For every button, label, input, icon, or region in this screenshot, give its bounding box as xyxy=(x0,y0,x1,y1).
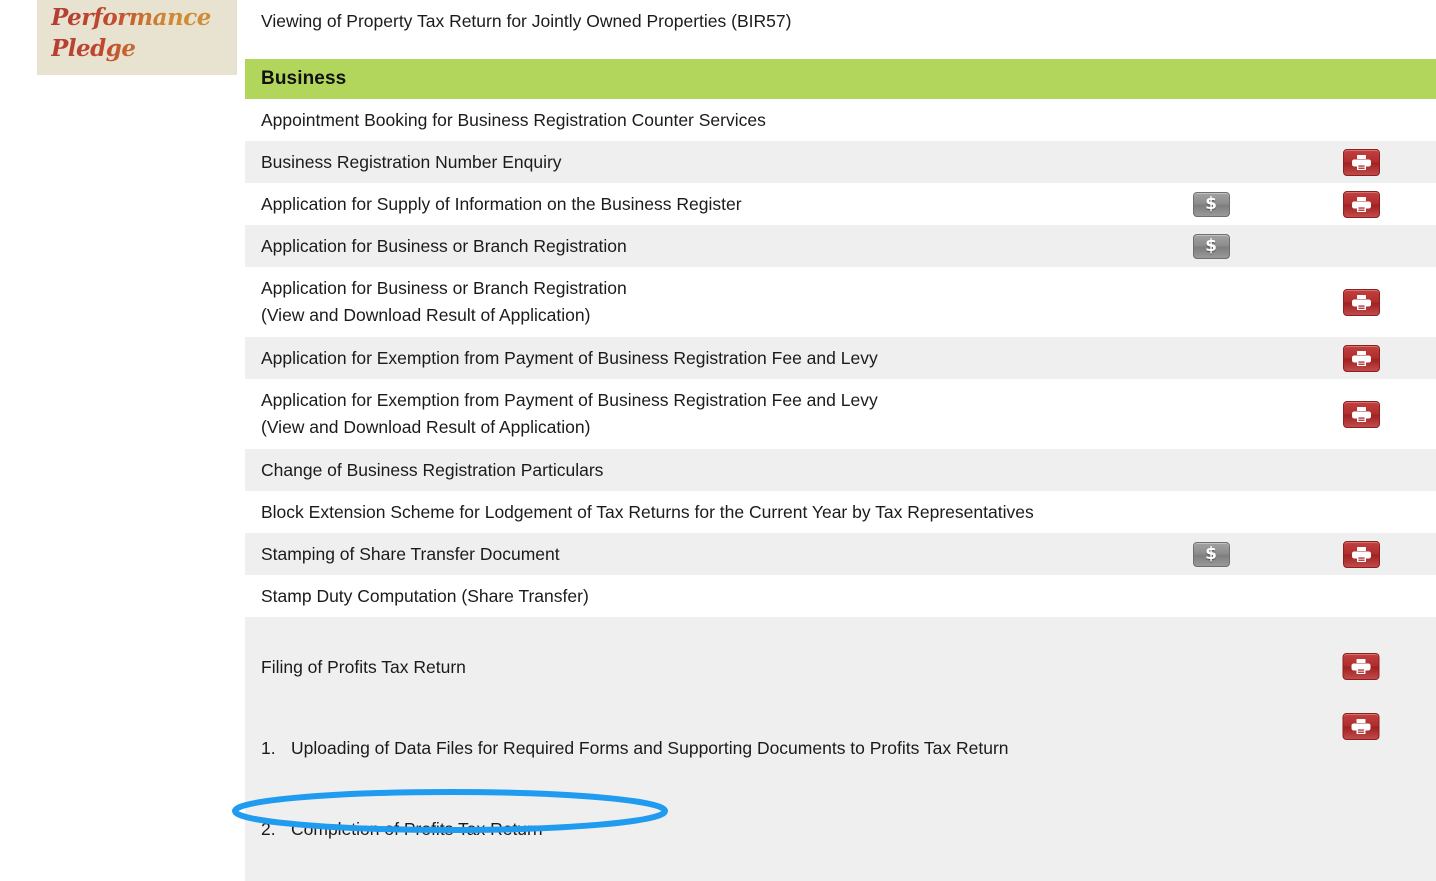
payment-icon-cell xyxy=(1136,575,1286,617)
table-row[interactable]: Block Extension Scheme for Lodgement of … xyxy=(245,491,1436,533)
print-icon-cell xyxy=(1286,617,1436,881)
list-item-number: 1. xyxy=(261,738,276,758)
payment-icon-cell xyxy=(1136,141,1286,183)
service-name: Application for Exemption from Payment o… xyxy=(261,390,878,437)
payment-icon-cell xyxy=(1136,267,1286,337)
payment-icon-cell: $ xyxy=(1136,183,1286,225)
service-name: Change of Business Registration Particul… xyxy=(261,459,604,480)
service-name: Viewing of Property Tax Return for Joint… xyxy=(261,10,792,31)
printer-icon[interactable] xyxy=(1342,400,1380,428)
print-icon-cell xyxy=(1286,267,1436,337)
table-row[interactable]: Application for Business or Branch Regis… xyxy=(245,267,1436,337)
service-name: Application for Business or Branch Regis… xyxy=(261,278,627,325)
payment-icon-cell xyxy=(1136,337,1286,379)
payment-icon-cell xyxy=(1136,449,1286,491)
printer-icon[interactable] xyxy=(1342,344,1380,372)
payment-icon-cell xyxy=(1136,0,1286,42)
dollar-icon[interactable]: $ xyxy=(1192,233,1230,259)
service-name: Filing of Profits Tax Return 1. Uploading… xyxy=(245,617,1136,881)
payment-icon-cell xyxy=(1136,99,1286,141)
printer-icon[interactable] xyxy=(1342,148,1380,176)
performance-pledge-label: Performance Pledge xyxy=(51,4,211,62)
service-name: Application for Supply of Information on… xyxy=(261,193,742,214)
profits-sub-list: 1. Uploading of Data Files for Required F… xyxy=(261,681,1126,881)
printer-icon[interactable] xyxy=(1342,713,1380,740)
table-row[interactable]: Change of Business Registration Particul… xyxy=(245,449,1436,491)
payment-icon-cell: $ xyxy=(1136,533,1286,575)
table-row[interactable]: Application for Exemption from Payment o… xyxy=(245,379,1436,449)
service-name: Block Extension Scheme for Lodgement of … xyxy=(261,501,1034,522)
list-item[interactable]: 2. Completion of Profits Tax Return xyxy=(261,789,1126,843)
print-icon-cell xyxy=(1286,449,1436,491)
print-icon-cell xyxy=(1286,0,1436,42)
profits-heading: Filing of Profits Tax Return xyxy=(261,657,466,677)
service-name: Application for Business or Branch Regis… xyxy=(261,235,627,256)
service-name: Stamping of Share Transfer Document xyxy=(261,543,560,564)
table-row[interactable]: Business Registration Number Enquiry xyxy=(245,141,1436,183)
service-name: Business Registration Number Enquiry xyxy=(261,151,562,172)
print-icon-cell xyxy=(1286,533,1436,575)
print-button-item-1[interactable] xyxy=(1342,653,1380,680)
dollar-icon[interactable]: $ xyxy=(1192,191,1230,217)
print-icon-cell xyxy=(1286,337,1436,379)
table-row-profits-tax-return[interactable]: Filing of Profits Tax Return 1. Uploading… xyxy=(245,617,1436,881)
table-spacer xyxy=(245,42,1436,59)
list-item[interactable]: 1. Uploading of Data Files for Required F… xyxy=(261,708,1126,762)
dollar-icon[interactable]: $ xyxy=(1192,541,1230,567)
page-root: Performance Pledge Viewing of Property T… xyxy=(0,0,1436,881)
payment-icon-cell: $ xyxy=(1136,225,1286,267)
print-icon-cell xyxy=(1286,183,1436,225)
table-row[interactable]: Appointment Booking for Business Registr… xyxy=(245,99,1436,141)
list-item-label: Uploading of Data Files for Required For… xyxy=(291,738,1009,758)
payment-icon-cell xyxy=(1136,379,1286,449)
table-row[interactable]: Application for Exemption from Payment o… xyxy=(245,337,1436,379)
print-icon-cell xyxy=(1286,141,1436,183)
table-row[interactable]: Stamp Duty Computation (Share Transfer) xyxy=(245,575,1436,617)
print-icon-cell xyxy=(1286,225,1436,267)
printer-icon[interactable] xyxy=(1342,288,1380,316)
list-item-label: Completion of Profits Tax Return xyxy=(291,819,543,839)
print-icon-cell xyxy=(1286,575,1436,617)
service-name: Stamp Duty Computation (Share Transfer) xyxy=(261,585,589,606)
printer-icon[interactable] xyxy=(1342,653,1380,680)
services-table: Viewing of Property Tax Return for Joint… xyxy=(245,0,1436,881)
list-item-number: 2. xyxy=(261,819,276,839)
service-name: Application for Exemption from Payment o… xyxy=(261,347,878,368)
print-button-item-3[interactable] xyxy=(1342,713,1380,740)
group-header-label: Business xyxy=(261,68,347,89)
list-item[interactable]: 3.Submission of Profits Tax Return xyxy=(261,870,1126,881)
payment-icon-cell xyxy=(1136,617,1286,881)
payment-icon-cell xyxy=(1136,491,1286,533)
print-icon-cell xyxy=(1286,491,1436,533)
table-row[interactable]: Stamping of Share Transfer Document $ xyxy=(245,533,1436,575)
printer-icon[interactable] xyxy=(1342,190,1380,218)
print-icon-cell xyxy=(1286,99,1436,141)
table-row[interactable]: Viewing of Property Tax Return for Joint… xyxy=(245,0,1436,42)
table-row[interactable]: Application for Supply of Information on… xyxy=(245,183,1436,225)
print-icon-cell xyxy=(1286,379,1436,449)
performance-pledge-banner[interactable]: Performance Pledge xyxy=(37,0,237,75)
printer-icon[interactable] xyxy=(1342,540,1380,568)
rows-container: Appointment Booking for Business Registr… xyxy=(245,99,1436,617)
service-name: Appointment Booking for Business Registr… xyxy=(261,109,766,130)
table-row[interactable]: Application for Business or Branch Regis… xyxy=(245,225,1436,267)
group-header-business: Business xyxy=(245,59,1436,99)
